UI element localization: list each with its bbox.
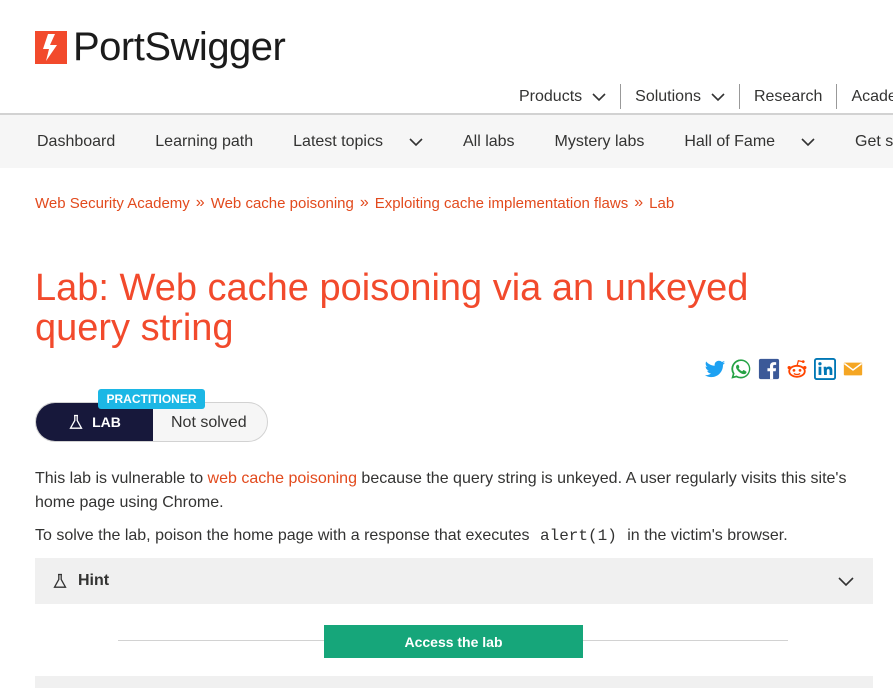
payload-code: alert(1)	[539, 527, 617, 545]
subnav-all-labs[interactable]: All labs	[443, 133, 535, 151]
subnav-get-started[interactable]: Get sta	[835, 133, 893, 151]
subnav-mystery-labs-label: Mystery labs	[554, 132, 645, 150]
lab-solved-status: Not solved	[171, 414, 247, 431]
topnav-products[interactable]: Products	[505, 84, 620, 109]
email-icon[interactable]	[842, 358, 864, 380]
breadcrumb-web-cache-poisoning[interactable]: Web cache poisoning	[211, 195, 354, 212]
subnav-mystery-labs[interactable]: Mystery labs	[535, 133, 665, 151]
subnav-dashboard-label: Dashboard	[37, 132, 116, 150]
goal-text: in the victim's browser.	[622, 527, 788, 544]
chevron-down-icon	[801, 137, 815, 146]
flask-icon	[69, 414, 83, 429]
subnav-hall-of-fame-label: Hall of Fame	[684, 132, 776, 150]
lab-description: This lab is vulnerable to web cache pois…	[35, 467, 865, 515]
subnav-dashboard[interactable]: Dashboard	[0, 133, 135, 151]
chevron-down-icon	[711, 92, 725, 101]
portswigger-logo-icon	[35, 30, 67, 64]
linkedin-icon[interactable]	[814, 358, 836, 380]
page-title: Lab: Web cache poisoning via an unkeyed …	[35, 267, 749, 349]
hint-label: Hint	[78, 572, 110, 589]
share-bar	[702, 358, 864, 380]
chevron-down-icon	[838, 577, 854, 587]
reddit-icon[interactable]	[786, 358, 808, 380]
breadcrumb: Web Security Academy » Web cache poisoni…	[35, 194, 674, 212]
top-navigation: Products Solutions Research Acade	[505, 84, 893, 109]
subnav-learning-path-label: Learning path	[155, 132, 254, 150]
goal-text: To solve the lab, poison the home page w…	[35, 527, 534, 544]
facebook-icon[interactable]	[758, 358, 780, 380]
whatsapp-icon[interactable]	[730, 358, 752, 380]
logo-text: PortSwigger	[73, 25, 286, 69]
hint-toggle[interactable]: Hint	[35, 558, 873, 604]
breadcrumb-separator-icon: »	[634, 194, 644, 211]
chevron-down-icon	[592, 92, 606, 101]
flask-icon	[53, 573, 67, 588]
subnav-latest-topics-label: Latest topics	[293, 132, 383, 150]
subnav-hall-of-fame[interactable]: Hall of Fame	[664, 133, 835, 151]
topnav-research-label: Research	[753, 87, 823, 105]
breadcrumb-separator-icon: »	[359, 194, 369, 211]
lab-goal: To solve the lab, poison the home page w…	[35, 524, 865, 548]
next-section-panel	[35, 676, 873, 688]
academy-subnav: Dashboard Learning path Latest topics Al…	[0, 115, 893, 168]
breadcrumb-exploiting-cache-flaws[interactable]: Exploiting cache implementation flaws	[375, 195, 628, 212]
chevron-down-icon	[409, 137, 423, 146]
access-lab-button[interactable]: Access the lab	[324, 625, 583, 658]
breadcrumb-web-security-academy[interactable]: Web Security Academy	[35, 195, 190, 212]
topnav-research[interactable]: Research	[740, 84, 836, 109]
lab-level-badge: PRACTITIONER	[98, 389, 205, 409]
subnav-all-labs-label: All labs	[462, 132, 515, 150]
subnav-latest-topics[interactable]: Latest topics	[273, 133, 443, 151]
description-text: This lab is vulnerable to	[35, 470, 208, 487]
topnav-products-label: Products	[519, 87, 583, 105]
lab-type-label: LAB	[92, 414, 121, 430]
breadcrumb-separator-icon: »	[195, 194, 205, 211]
topnav-solutions-label: Solutions	[635, 87, 701, 105]
topnav-academy[interactable]: Acade	[837, 84, 893, 109]
topnav-solutions[interactable]: Solutions	[621, 84, 739, 109]
portswigger-logo[interactable]: PortSwigger	[35, 25, 286, 69]
web-cache-poisoning-link[interactable]: web cache poisoning	[208, 470, 357, 487]
topnav-academy-label: Acade	[851, 87, 893, 105]
subnav-get-started-label: Get sta	[855, 132, 893, 150]
twitter-icon[interactable]	[702, 358, 726, 380]
breadcrumb-lab[interactable]: Lab	[649, 195, 674, 212]
subnav-learning-path[interactable]: Learning path	[135, 133, 273, 151]
